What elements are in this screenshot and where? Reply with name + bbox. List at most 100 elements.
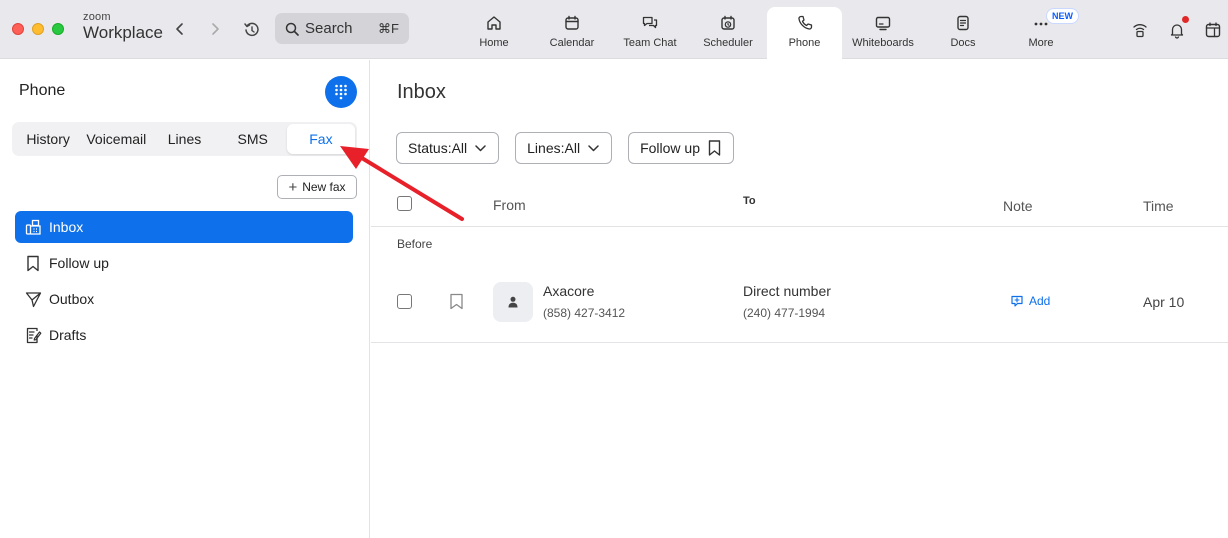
sidebar-item-inbox[interactable]: Inbox [15,211,353,243]
signal-icon [1133,24,1147,38]
tab-lines[interactable]: Lines [150,124,218,154]
table-header: From To Note Time [371,185,1228,227]
received-time: Apr 10 [1143,294,1185,310]
connection-status-button[interactable] [1129,19,1151,41]
phone-sidebar: Phone History Voicemail Lines SMS Fax + … [0,60,370,538]
forward-button[interactable] [205,19,225,39]
column-header-time[interactable]: Time [1143,198,1174,214]
select-all-checkbox[interactable] [397,196,412,211]
tab-docs[interactable]: Docs [924,0,1002,59]
tab-label: More [1028,37,1054,49]
row-follow-up-button[interactable] [449,293,464,315]
dialpad-button[interactable] [325,76,357,108]
chevron-right-icon [212,23,219,35]
add-note-label: Add [1029,294,1051,308]
sidebar-item-label: Follow up [49,255,109,271]
new-fax-button[interactable]: + New fax [277,175,357,199]
chevron-down-icon [475,144,486,151]
tab-home[interactable]: Home [455,0,533,59]
docs-icon [957,15,969,31]
notification-dot [1182,16,1189,23]
zoom-window-button[interactable] [52,23,64,35]
sender-number: (858) 427-3412 [543,306,626,320]
note-icon [1011,295,1023,307]
history-icon [244,22,259,37]
calendar-panel-icon [1205,22,1221,38]
tab-team-chat[interactable]: Team Chat [611,0,689,59]
search-icon [285,22,299,36]
app-logo: zoom Workplace [83,11,163,42]
sidebar-title: Phone [19,82,66,99]
plus-icon: + [288,178,298,196]
recent-history-button[interactable] [241,19,263,41]
filter-label: Follow up [640,140,700,156]
tab-label: Home [479,37,509,49]
close-window-button[interactable] [12,23,24,35]
draft-icon [24,326,42,344]
tab-scheduler[interactable]: Scheduler [689,0,767,59]
scheduler-icon [721,15,735,30]
sidebar-item-label: Drafts [49,327,87,343]
follow-up-filter-button[interactable]: Follow up [628,132,734,164]
tab-history[interactable]: History [14,124,82,154]
sidebar-item-follow-up[interactable]: Follow up [15,247,353,279]
tab-whiteboards[interactable]: Whiteboards [842,0,924,59]
send-icon [24,290,42,308]
title-bar: zoom Workplace Search ⌘F Home Calendar T… [0,0,1228,59]
brand-big: Workplace [83,23,163,42]
fax-inbox-panel: Inbox Status:All Lines:All Follow up Fro… [371,60,1228,538]
tab-calendar[interactable]: Calendar [533,0,611,59]
tab-more[interactable]: More NEW [1002,0,1080,59]
search-label: Search [305,20,353,37]
page-title: Inbox [397,81,446,103]
tab-sms[interactable]: SMS [219,124,287,154]
tab-phone[interactable]: Phone [767,7,842,59]
fax-inbox-icon [24,218,42,236]
search-box[interactable]: Search ⌘F [275,13,409,44]
back-button[interactable] [170,19,190,39]
filter-bar: Status:All Lines:All Follow up [396,132,750,164]
bookmark-icon [24,254,42,272]
bookmark-icon [708,140,721,156]
tab-label: Team Chat [623,37,677,49]
notifications-button[interactable] [1166,16,1189,41]
tab-fax[interactable]: Fax [286,124,356,154]
row-checkbox[interactable] [397,294,412,309]
phone-section-tabs: History Voicemail Lines SMS Fax [12,122,357,156]
chat-icon [642,16,658,29]
add-note-button[interactable]: Add [1011,294,1050,308]
recipient-name: Direct number [743,283,831,299]
brand-small: zoom [83,11,111,23]
chevron-down-icon [588,144,599,151]
tab-label: Scheduler [703,37,753,49]
fax-folders: Inbox Follow up Outbox Drafts [15,211,353,355]
column-header-to[interactable]: To [743,195,756,207]
recipient-number: (240) 477-1994 [743,306,826,320]
filter-label: Status:All [408,140,468,156]
tab-label: Phone [788,37,821,49]
tab-label: Whiteboards [852,37,914,49]
whiteboard-icon [875,16,891,31]
search-shortcut: ⌘F [378,20,399,36]
sidebar-item-label: Outbox [49,291,95,307]
calendar-icon [565,15,579,30]
minimize-window-button[interactable] [32,23,44,35]
dialpad-icon [335,84,347,100]
column-header-note[interactable]: Note [1003,198,1033,214]
calendar-panel-button[interactable] [1202,19,1224,41]
sidebar-item-drafts[interactable]: Drafts [15,319,353,351]
table-row[interactable]: Axacore (858) 427-3412 Direct number (24… [371,269,1228,343]
home-icon [487,16,501,30]
new-badge: NEW [1046,8,1079,24]
tab-voicemail[interactable]: Voicemail [82,124,150,154]
top-navigation: Home Calendar Team Chat Scheduler Phone … [455,0,1080,59]
new-fax-label: New fax [302,180,346,194]
sidebar-item-outbox[interactable]: Outbox [15,283,353,315]
phone-icon [797,15,812,30]
column-header-from[interactable]: From [493,197,526,213]
status-filter-dropdown[interactable]: Status:All [396,132,500,164]
person-icon [508,296,518,308]
sidebar-item-label: Inbox [49,219,84,235]
filter-label: Lines:All [527,140,581,156]
lines-filter-dropdown[interactable]: Lines:All [515,132,613,164]
